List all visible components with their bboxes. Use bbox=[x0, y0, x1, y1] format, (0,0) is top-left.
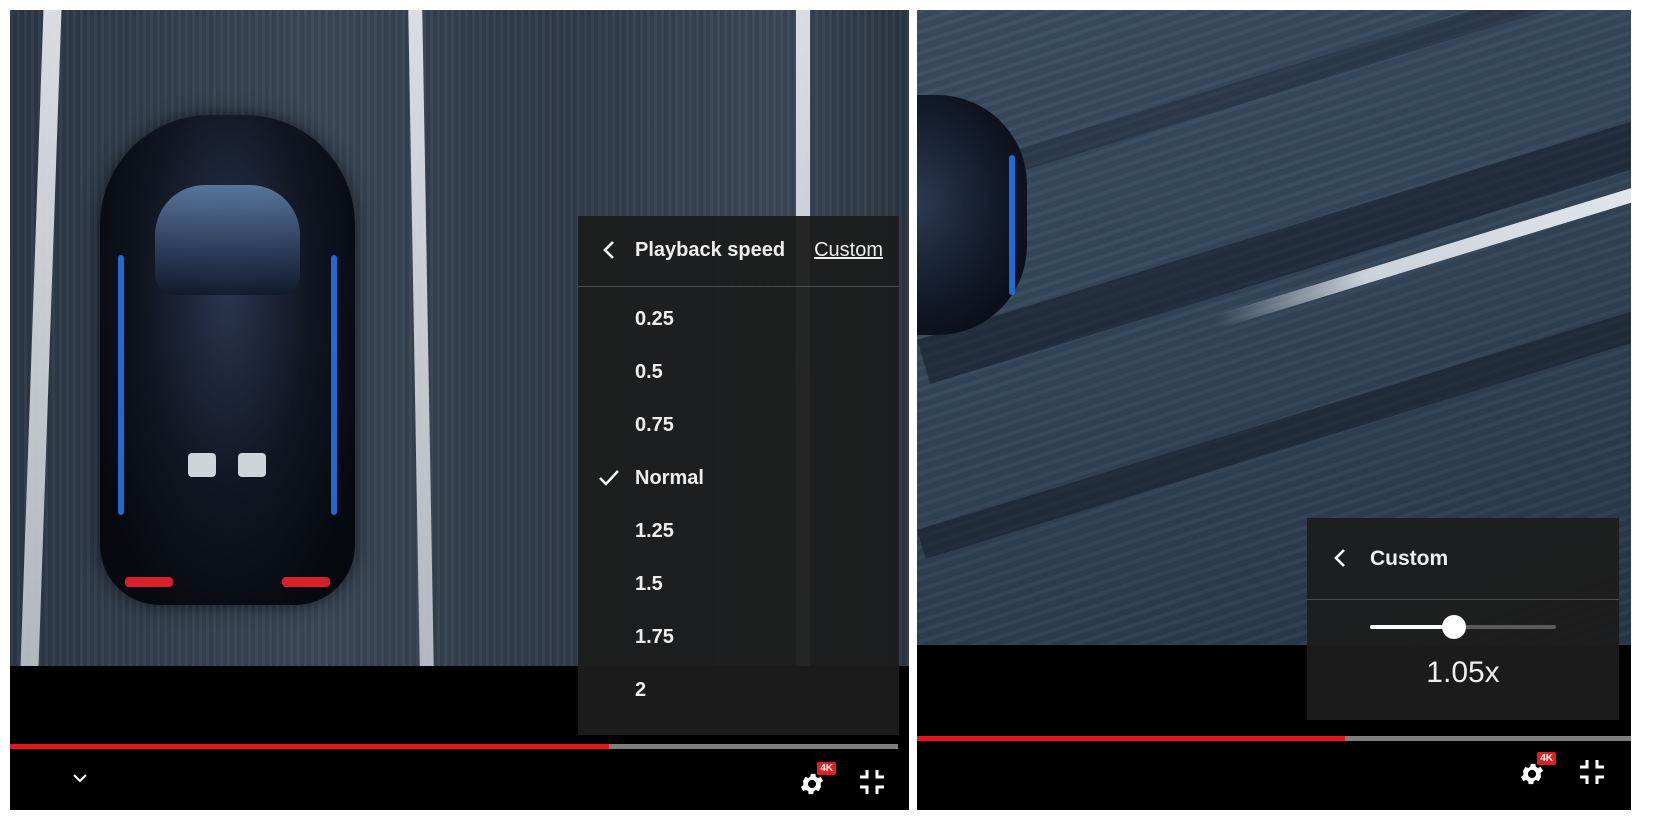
speed-value: 1.05x bbox=[1426, 656, 1500, 689]
speed-option-label: 0.25 bbox=[635, 308, 674, 330]
speed-option-label: 2 bbox=[635, 679, 647, 701]
speed-option[interactable]: 1.5 bbox=[578, 558, 899, 611]
exit-fullscreen-icon[interactable] bbox=[856, 766, 888, 798]
exit-fullscreen-icon[interactable] bbox=[1576, 756, 1608, 788]
chevron-down-icon[interactable] bbox=[68, 766, 92, 790]
speed-option-selected[interactable]: Normal bbox=[578, 452, 899, 505]
speed-option[interactable]: 1.25 bbox=[578, 505, 899, 558]
menu-header: Playback speed Custom bbox=[578, 216, 899, 287]
lane-line bbox=[20, 10, 62, 666]
speed-option-label: 1.5 bbox=[635, 573, 663, 595]
speed-option[interactable]: 2 bbox=[578, 664, 899, 717]
quality-badge: 4K bbox=[817, 762, 836, 775]
playback-speed-menu: Playback speed Custom 0.25 0.5 0.75 Norm… bbox=[578, 216, 899, 735]
menu-title: Custom bbox=[1370, 547, 1449, 570]
speed-slider[interactable] bbox=[1370, 615, 1556, 639]
menu-header: Custom bbox=[1307, 518, 1619, 600]
settings-button[interactable]: 4K bbox=[1514, 752, 1556, 792]
speed-option[interactable]: 0.75 bbox=[578, 399, 899, 452]
quality-badge: 4K bbox=[1537, 752, 1556, 765]
back-chevron-icon[interactable] bbox=[598, 239, 620, 261]
video-player-right[interactable]: 4K Custom 1.05x bbox=[917, 10, 1631, 810]
speed-option-label: 1.75 bbox=[635, 626, 674, 648]
speed-option-label: 0.5 bbox=[635, 361, 663, 383]
speed-slider-handle[interactable] bbox=[1441, 615, 1466, 639]
custom-speed-link[interactable]: Custom bbox=[814, 239, 883, 262]
progress-bar[interactable] bbox=[917, 736, 1631, 741]
car-image bbox=[100, 115, 355, 605]
settings-button[interactable]: 4K bbox=[794, 762, 836, 802]
progress-bar[interactable] bbox=[10, 744, 898, 749]
progress-bar-played bbox=[10, 744, 610, 749]
speed-option-label: Normal bbox=[635, 467, 704, 489]
checkmark-icon bbox=[597, 466, 621, 490]
progress-bar-played bbox=[917, 736, 1346, 741]
speed-option-label: 0.75 bbox=[635, 414, 674, 436]
back-chevron-icon[interactable] bbox=[1329, 547, 1351, 569]
menu-title: Playback speed bbox=[635, 239, 786, 261]
car-image bbox=[917, 95, 1027, 335]
speed-option[interactable]: 0.25 bbox=[578, 293, 899, 346]
video-player-left[interactable]: 4K Playback speed Custom 0.25 0.5 0.75 N… bbox=[10, 10, 909, 810]
speed-option[interactable]: 1.75 bbox=[578, 611, 899, 664]
speed-option[interactable]: 0.5 bbox=[578, 346, 899, 399]
lane-line bbox=[408, 10, 434, 666]
speed-option-label: 1.25 bbox=[635, 520, 674, 542]
custom-speed-menu: Custom 1.05x bbox=[1307, 518, 1619, 720]
